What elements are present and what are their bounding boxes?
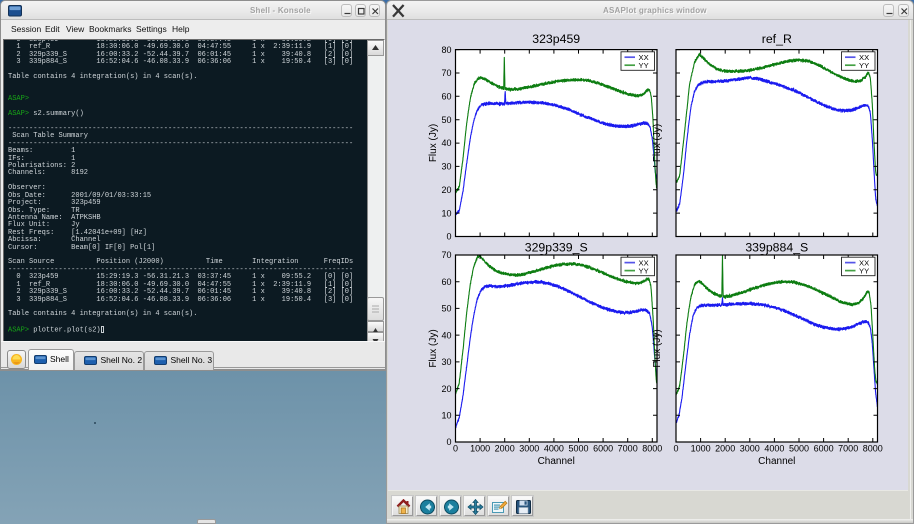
- svg-text:60: 60: [441, 92, 451, 102]
- svg-text:70: 70: [441, 68, 451, 78]
- svg-text:7000: 7000: [618, 444, 638, 454]
- svg-text:Flux (Jy): Flux (Jy): [428, 124, 439, 162]
- svg-text:20: 20: [441, 384, 451, 394]
- svg-text:7000: 7000: [838, 444, 858, 454]
- svg-text:8000: 8000: [863, 444, 883, 454]
- svg-text:YY: YY: [859, 266, 869, 275]
- svg-text:1000: 1000: [470, 444, 490, 454]
- svg-text:50: 50: [441, 115, 451, 125]
- svg-text:6000: 6000: [814, 444, 834, 454]
- svg-text:Flux (Jy): Flux (Jy): [652, 124, 663, 162]
- svg-text:60: 60: [441, 277, 451, 287]
- svg-text:0: 0: [673, 444, 678, 454]
- svg-text:ref_R: ref_R: [762, 32, 792, 46]
- svg-text:4000: 4000: [764, 444, 784, 454]
- svg-text:8000: 8000: [642, 444, 662, 454]
- svg-text:0: 0: [446, 232, 451, 242]
- svg-text:40: 40: [441, 138, 451, 148]
- svg-text:5000: 5000: [789, 444, 809, 454]
- svg-text:10: 10: [441, 411, 451, 421]
- svg-text:YY: YY: [639, 266, 649, 275]
- svg-text:50: 50: [441, 304, 451, 314]
- svg-text:1000: 1000: [691, 444, 711, 454]
- svg-text:Flux (Jy): Flux (Jy): [428, 329, 439, 367]
- svg-text:2000: 2000: [495, 444, 515, 454]
- svg-text:30: 30: [441, 357, 451, 367]
- svg-text:40: 40: [441, 330, 451, 340]
- svg-text:YY: YY: [639, 61, 649, 70]
- svg-text:Channel: Channel: [758, 456, 795, 467]
- svg-text:YY: YY: [859, 61, 869, 70]
- svg-text:30: 30: [441, 162, 451, 172]
- svg-text:80: 80: [441, 45, 451, 55]
- svg-text:339p884_S: 339p884_S: [745, 241, 808, 255]
- svg-text:0: 0: [453, 444, 458, 454]
- svg-text:5000: 5000: [568, 444, 588, 454]
- svg-text:323p459: 323p459: [532, 32, 580, 46]
- svg-text:Flux (Jy): Flux (Jy): [652, 329, 663, 367]
- svg-text:Channel: Channel: [538, 456, 575, 467]
- svg-text:3000: 3000: [740, 444, 760, 454]
- svg-text:329p339_S: 329p339_S: [525, 241, 588, 255]
- svg-text:6000: 6000: [593, 444, 613, 454]
- svg-text:0: 0: [446, 437, 451, 447]
- svg-text:70: 70: [441, 250, 451, 260]
- svg-text:2000: 2000: [715, 444, 735, 454]
- svg-text:20: 20: [441, 185, 451, 195]
- svg-text:3000: 3000: [519, 444, 539, 454]
- svg-text:10: 10: [441, 208, 451, 218]
- svg-text:4000: 4000: [544, 444, 564, 454]
